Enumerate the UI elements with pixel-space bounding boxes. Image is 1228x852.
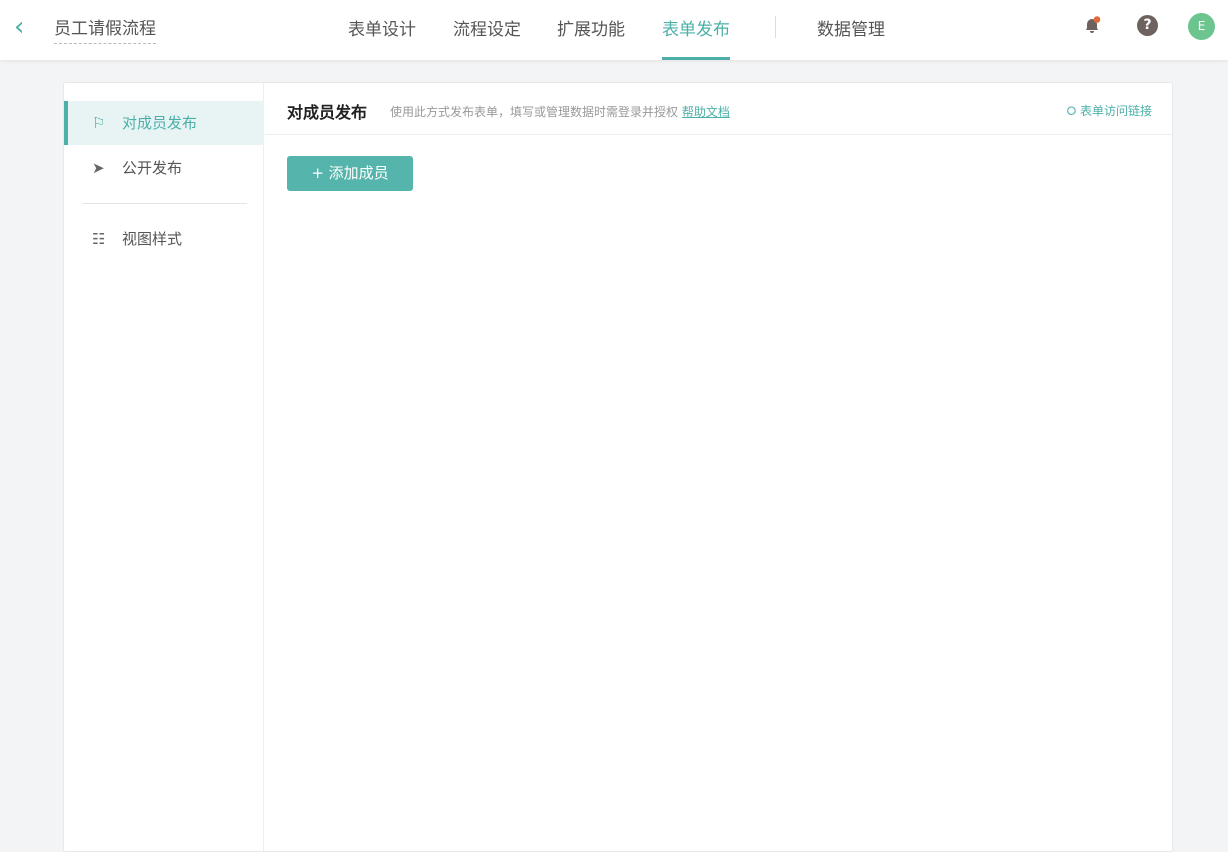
sidebar-item-label: 对成员发布	[122, 114, 198, 132]
bell-icon[interactable]	[1083, 16, 1101, 34]
add-member-button[interactable]: + 添加成员	[287, 156, 413, 191]
plus-icon: +	[311, 164, 324, 182]
sidebar: ⚐ 对成员发布 ➤ 公开发布 ☷ 视图样式	[64, 83, 264, 851]
avatar[interactable]: E	[1188, 13, 1215, 40]
tab-data-management[interactable]: 数据管理	[817, 15, 885, 60]
section-description: 使用此方式发布表单，填写或管理数据时需登录并授权 帮助文档	[390, 103, 730, 120]
sidebar-item-label: 视图样式	[122, 230, 183, 248]
tab-form-design[interactable]: 表单设计	[348, 15, 416, 60]
share-icon: ⭘	[1066, 104, 1080, 118]
access-link-label: 表单访问链接	[1079, 104, 1152, 118]
app-title[interactable]: 员工请假流程	[54, 14, 156, 44]
tab-publish[interactable]: 表单发布	[662, 15, 730, 60]
form-access-link[interactable]: ⭘ 表单访问链接	[1067, 102, 1152, 119]
sidebar-item-public-publish[interactable]: ➤ 公开发布	[64, 146, 264, 190]
sidebar-item-label: 公开发布	[122, 159, 183, 177]
help-icon[interactable]: ?	[1137, 15, 1158, 36]
section-header: 对成员发布 使用此方式发布表单，填写或管理数据时需登录并授权 帮助文档 ⭘ 表单…	[265, 83, 1172, 135]
publish-panel: ⚐ 对成员发布 ➤ 公开发布 ☷ 视图样式 对成员发布 使用此方式发布表单，填写…	[63, 82, 1173, 852]
section-title: 对成员发布	[287, 103, 368, 122]
tab-extensions[interactable]: 扩展功能	[557, 15, 625, 60]
tab-workflow[interactable]: 流程设定	[453, 15, 521, 60]
divider	[775, 16, 776, 38]
description-text: 使用此方式发布表单，填写或管理数据时需登录并授权	[390, 105, 679, 119]
add-member-label: 添加成员	[328, 164, 389, 182]
help-docs-link[interactable]: 帮助文档	[682, 105, 730, 119]
sidebar-item-member-publish[interactable]: ⚐ 对成员发布	[64, 101, 264, 145]
sidebar-item-view-style[interactable]: ☷ 视图样式	[64, 217, 264, 261]
sidebar-divider	[82, 203, 247, 204]
user-share-icon: ⚐	[92, 114, 106, 132]
list-icon: ☷	[92, 230, 106, 248]
top-bar: ‹ 员工请假流程 表单设计 流程设定 扩展功能 表单发布 数据管理 ? E	[0, 0, 1228, 60]
paper-plane-icon: ➤	[92, 159, 105, 177]
back-icon[interactable]: ‹	[14, 12, 24, 42]
